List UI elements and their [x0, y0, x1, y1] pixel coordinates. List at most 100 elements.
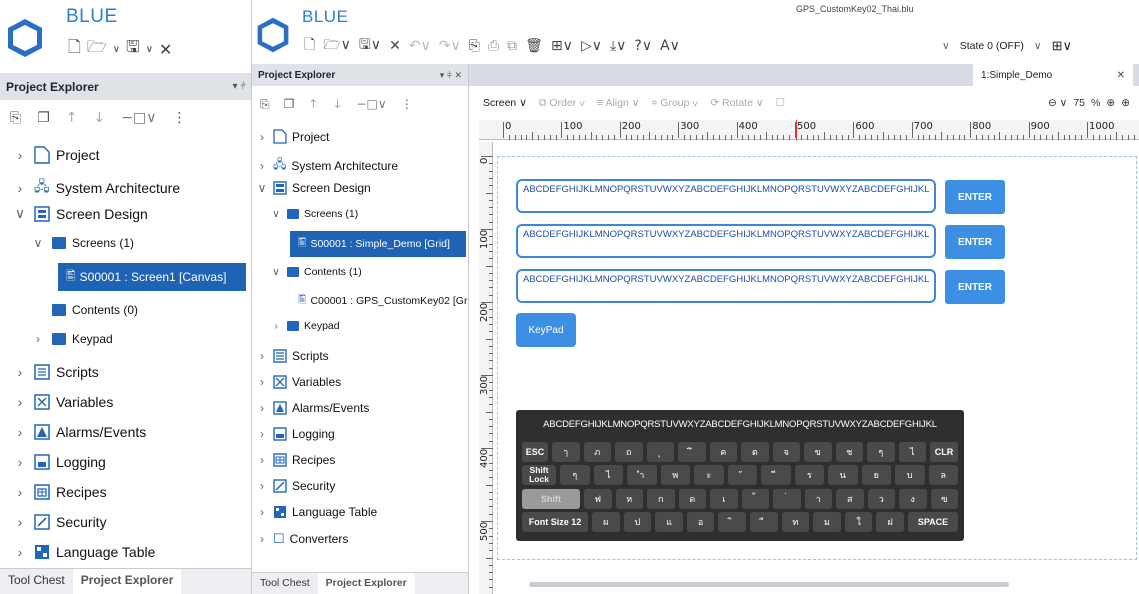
screen-dropdown[interactable]: Screen ∨ — [483, 97, 527, 109]
enter-button-3[interactable]: ENTER — [945, 270, 1005, 304]
key-char[interactable]: ท — [781, 512, 810, 532]
key-char[interactable]: ๆ — [867, 442, 895, 462]
tree-item-project[interactable]: › Project — [256, 129, 329, 144]
chevron-right-icon[interactable]: › — [256, 401, 268, 415]
zoom-fit-icon[interactable]: ⊕ — [1121, 97, 1130, 109]
chevron-down-icon[interactable]: ∨ — [12, 205, 28, 222]
tab-tool-chest[interactable]: Tool Chest — [0, 569, 73, 594]
grid-icon[interactable]: ⊞∨ — [1052, 38, 1072, 54]
more-icon[interactable]: ⋮ — [172, 110, 186, 126]
tree-item-keypad[interactable]: › Keypad — [30, 332, 113, 346]
chevron-down-icon[interactable]: ∨ — [30, 236, 46, 250]
key-shift-lock[interactable]: Shift Lock — [522, 465, 556, 485]
open-folder-icon[interactable]: 🗁∨ — [323, 34, 351, 58]
chevron-right-icon[interactable]: › — [256, 505, 268, 519]
key-char[interactable]: ส — [836, 489, 864, 509]
add-folder-icon[interactable]: ❐ — [37, 110, 50, 126]
key-font-size-12[interactable]: Font Size 12 — [522, 512, 588, 532]
download-icon[interactable]: ⤓∨ — [610, 38, 626, 54]
key-char[interactable]: ป — [623, 512, 652, 532]
zoom-in-icon[interactable]: ⊕ — [1106, 97, 1115, 109]
key-char[interactable]: ช — [835, 442, 863, 462]
chevron-down-icon[interactable]: ∨ — [942, 40, 950, 52]
chevron-right-icon[interactable]: › — [12, 514, 28, 530]
chevron-down-icon[interactable]: ∨ — [270, 266, 282, 278]
tree-item-security[interactable]: › Security — [12, 514, 107, 530]
chevron-right-icon[interactable]: › — [256, 532, 268, 546]
arrow-up-icon[interactable]: ↑ — [308, 97, 318, 111]
chevron-right-icon[interactable]: › — [12, 454, 28, 470]
tree-item-system-architecture[interactable]: › 🖧 System Architecture — [12, 176, 180, 200]
chevron-right-icon[interactable]: › — [256, 159, 268, 173]
key-char[interactable]: ้ — [741, 489, 769, 509]
key-char[interactable]: ึ — [678, 442, 706, 462]
key-space[interactable]: SPACE — [908, 512, 958, 532]
play-icon[interactable]: ▷∨ — [581, 38, 602, 54]
chevron-down-icon[interactable]: ∨ — [146, 44, 153, 55]
chevron-right-icon[interactable]: › — [12, 394, 28, 410]
delete-icon[interactable]: 🗑 — [525, 38, 543, 54]
chevron-right-icon[interactable]: › — [30, 332, 46, 346]
chevron-right-icon[interactable]: › — [12, 484, 28, 500]
align-dropdown[interactable]: ≡ Align ∨ — [597, 97, 639, 109]
key-char[interactable]: ำ — [627, 465, 657, 485]
pin-icon[interactable]: ▾ ⫩ ✕ — [440, 70, 462, 81]
key-char[interactable]: ภ — [583, 442, 611, 462]
chevron-right-icon[interactable]: › — [256, 453, 268, 467]
arrow-down-icon[interactable]: ↓ — [332, 97, 342, 111]
add-item-icon[interactable]: ⎘ — [260, 97, 270, 112]
key-char[interactable]: ด — [678, 489, 706, 509]
tree-item-alarms[interactable]: › Alarms/Events — [12, 424, 147, 440]
chevron-right-icon[interactable]: › — [270, 320, 282, 332]
tree-item-converters[interactable]: › ☐ Converters — [256, 531, 348, 547]
key-char[interactable]: ี — [761, 465, 791, 485]
key-char[interactable]: ใ — [844, 512, 873, 532]
more-icon[interactable]: ⋮ — [401, 97, 413, 111]
undo-icon[interactable]: ↶∨ — [409, 38, 431, 54]
fit-icon[interactable]: ☐ — [776, 97, 785, 109]
close-icon[interactable]: ✕ — [389, 38, 401, 54]
add-folder-icon[interactable]: ❐ — [284, 97, 295, 111]
copy-icon[interactable]: ⎘ — [469, 38, 480, 54]
chevron-down-icon[interactable]: ∨ — [1034, 40, 1042, 52]
key-char[interactable]: บ — [895, 465, 925, 485]
save-icon[interactable]: 🖫∨ — [359, 34, 381, 58]
close-icon[interactable]: ✕ — [159, 40, 172, 59]
duplicate-icon[interactable]: ⧉ — [507, 38, 517, 54]
key-char[interactable]: ถ — [615, 442, 643, 462]
key-char[interactable]: ฃ — [930, 489, 958, 509]
key-char[interactable]: พ — [660, 465, 690, 485]
tree-item-contents[interactable]: ∨ Contents (1) — [270, 266, 362, 278]
chevron-right-icon[interactable]: › — [256, 427, 268, 441]
chevron-right-icon[interactable]: › — [12, 424, 28, 440]
tree-item-custom-key[interactable]: 🖺 C00001 : GPS_CustomKey02 [Grid] — [298, 292, 479, 310]
zoom-value[interactable]: 75 — [1073, 97, 1085, 109]
chevron-down-icon[interactable]: ∨ — [270, 208, 282, 220]
key-char[interactable]: ะ — [694, 465, 724, 485]
keypad-button[interactable]: KeyPad — [516, 313, 576, 347]
key-char[interactable]: ผ — [592, 512, 620, 532]
tree-item-security[interactable]: › Security — [256, 479, 335, 493]
chevron-right-icon[interactable]: › — [12, 544, 28, 560]
text-input-2[interactable]: ABCDEFGHIJKLMNOPQRSTUVWXYZABCDEFGHIJKLMN… — [516, 224, 936, 258]
tree-item-screen1[interactable]: 🖺 S00001 : Screen1 [Canvas] — [58, 263, 246, 291]
key-char[interactable]: ๅ — [552, 442, 580, 462]
tree-item-variables[interactable]: › Variables — [256, 375, 341, 389]
key-char[interactable]: า — [804, 489, 832, 509]
key-esc[interactable]: ESC — [522, 442, 548, 462]
chevron-right-icon[interactable]: › — [12, 364, 28, 380]
tree-item-screens[interactable]: ∨ Screens (1) — [270, 208, 358, 220]
key-char[interactable]: อ — [686, 512, 715, 532]
key-char[interactable]: ร — [794, 465, 824, 485]
key-char[interactable]: ก — [647, 489, 675, 509]
chevron-right-icon[interactable]: › — [12, 180, 28, 196]
key-char[interactable]: ไ — [898, 442, 926, 462]
arrow-down-icon[interactable]: ↓ — [94, 110, 106, 126]
collapse-icon[interactable]: −□∨ — [357, 97, 387, 111]
tab-project-explorer[interactable]: Project Explorer — [317, 573, 415, 594]
key-char[interactable]: น — [828, 465, 858, 485]
text-input-1[interactable]: ABCDEFGHIJKLMNOPQRSTUVWXYZABCDEFGHIJKLMN… — [516, 179, 936, 213]
tree-item-screens[interactable]: ∨ Screens (1) — [30, 236, 134, 250]
key-char[interactable]: ม — [813, 512, 841, 532]
close-icon[interactable]: ✕ — [1117, 70, 1125, 81]
